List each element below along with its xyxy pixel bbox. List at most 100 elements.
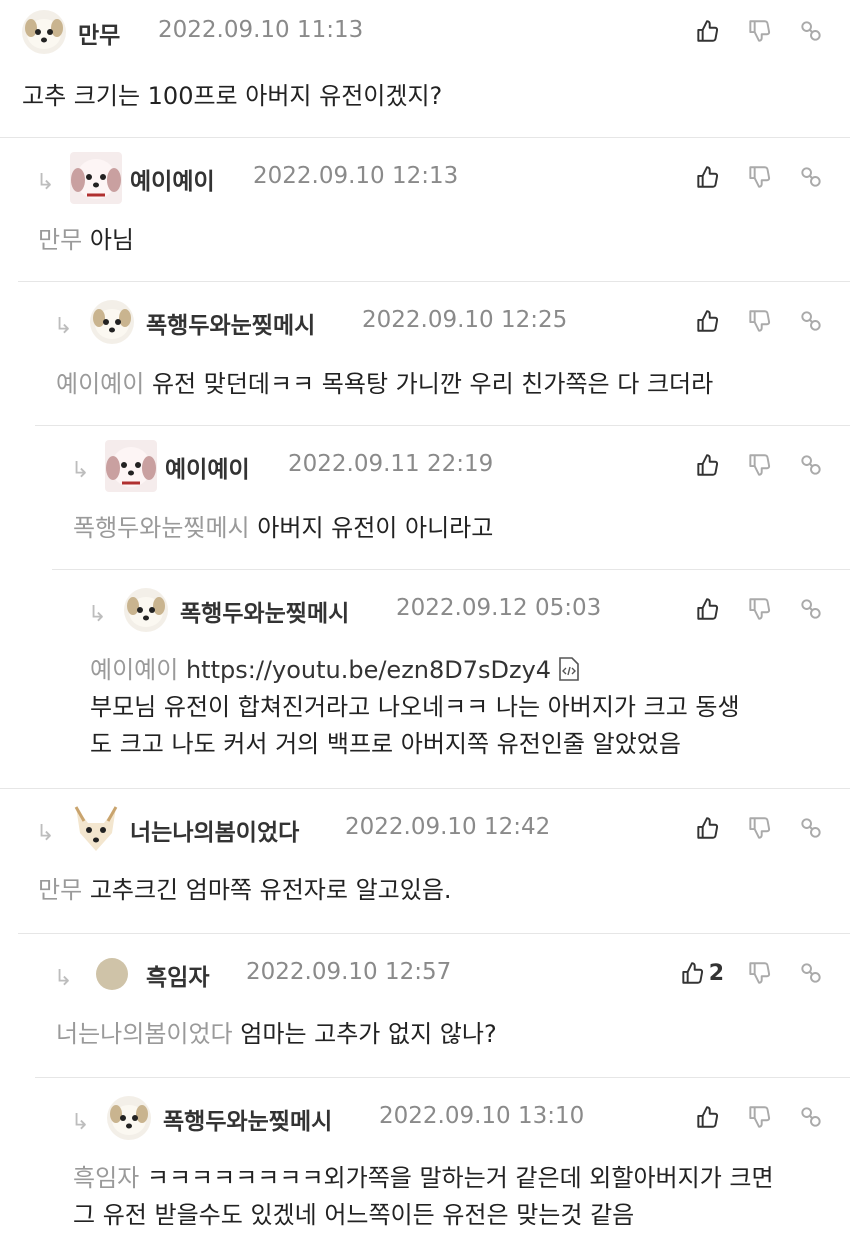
comment-header: ↳ 너는나의봄이었다 2022.09.10 12:42 [0, 797, 850, 857]
dislike-button[interactable] [742, 811, 776, 845]
avatar[interactable] [107, 1096, 151, 1140]
thumbs-down-icon [749, 962, 771, 984]
dislike-button[interactable] [742, 160, 776, 194]
author-name[interactable]: 폭행두와눈찢메시 [163, 1102, 332, 1136]
url-link[interactable]: https://youtu.be/ezn8D7sDzy4 [186, 656, 551, 684]
like-button[interactable] [690, 160, 724, 194]
avatar[interactable] [90, 952, 134, 996]
thumbs-up-icon [697, 817, 719, 839]
avatar[interactable] [90, 300, 134, 344]
author-name[interactable]: 폭행두와눈찢메시 [180, 594, 349, 628]
reply-arrow-icon: ↳ [54, 314, 73, 339]
link-icon [801, 21, 821, 41]
mention-link[interactable]: 예이예이 [90, 656, 178, 684]
comment-thread: 만무 2022.09.10 11:13 고추 크기는 100프로 아버지 유전이… [0, 0, 850, 1250]
dislike-button[interactable] [742, 1100, 776, 1134]
thumbs-down-icon [749, 454, 771, 476]
comment-body: 예이예이 유전 맞던데ㅋㅋ 목욕탕 가니깐 우리 친가쪽은 다 크더라 [18, 366, 836, 403]
thumbs-up-icon [697, 454, 719, 476]
comment-header: ↳ 폭행두와눈찢메시 2022.09.10 12:25 [18, 290, 850, 350]
share-link-button[interactable] [794, 14, 828, 48]
mention-link[interactable]: 만무 [38, 876, 82, 904]
thumbs-up-icon [697, 1106, 719, 1128]
avatar[interactable] [70, 803, 122, 855]
comment: ↳ 폭행두와눈찢메시 2022.09.12 05:03 예이예이 https:/… [52, 569, 850, 788]
timestamp: 2022.09.10 13:10 [379, 1103, 585, 1129]
thumbs-up-icon [682, 962, 703, 984]
comment-text: ㅋㅋㅋㅋㅋㅋㅋㅋ외가쪽을 말하는거 같은데 외할아버지가 크면 [146, 1164, 774, 1192]
author-name[interactable]: 폭행두와눈찢메시 [146, 306, 315, 340]
comment-header: ↳ 폭행두와눈찢메시 2022.09.10 13:10 [35, 1086, 850, 1146]
author-name[interactable]: 너는나의봄이었다 [130, 813, 299, 847]
author-name[interactable]: 만무 [78, 16, 120, 50]
share-link-button[interactable] [794, 811, 828, 845]
thumbs-up-icon [697, 20, 719, 42]
mention-link[interactable]: 너는나의봄이었다 [56, 1020, 233, 1048]
dislike-button[interactable] [742, 14, 776, 48]
like-button[interactable] [690, 304, 724, 338]
thumbs-up-icon [697, 310, 719, 332]
thumbs-up-icon [697, 166, 719, 188]
dislike-button[interactable] [742, 592, 776, 626]
thumbs-down-icon [749, 817, 771, 839]
share-link-button[interactable] [794, 448, 828, 482]
avatar[interactable] [124, 588, 168, 632]
like-button[interactable] [690, 1100, 724, 1134]
reply-arrow-icon: ↳ [71, 1110, 90, 1135]
comment-line: 예이예이 https://youtu.be/ezn8D7sDzy4 [90, 652, 836, 689]
like-button[interactable]: 2 [679, 956, 724, 990]
comment-text: 도 크고 나도 커서 거의 백프로 아버지쪽 유전인줄 알았었음 [90, 730, 681, 758]
comment: ↳ 폭행두와눈찢메시 2022.09.10 12:25 예이예이 유전 맞던데ㅋ… [18, 281, 850, 425]
thumbs-up-icon [697, 598, 719, 620]
share-link-button[interactable] [794, 956, 828, 990]
comment-body: 예이예이 https://youtu.be/ezn8D7sDzy4 부모님 유전… [52, 652, 836, 763]
mention-link[interactable]: 흑임자 [73, 1164, 139, 1192]
share-link-button[interactable] [794, 160, 828, 194]
avatar[interactable] [105, 440, 157, 492]
link-icon [801, 963, 821, 983]
author-name[interactable]: 예이예이 [130, 162, 215, 196]
comment: ↳ 폭행두와눈찢메시 2022.09.10 13:10 흑임자 ㅋㅋㅋㅋㅋㅋㅋㅋ… [35, 1077, 850, 1250]
share-link-button[interactable] [794, 304, 828, 338]
link-icon [801, 818, 821, 838]
comment-text: 부모님 유전이 합쳐진거라고 나오네ㅋㅋ 나는 아버지가 크고 동생 [90, 693, 740, 721]
like-button[interactable] [690, 592, 724, 626]
link-icon [801, 1107, 821, 1127]
comment-actions [672, 811, 828, 845]
like-button[interactable] [690, 14, 724, 48]
like-button[interactable] [690, 811, 724, 845]
avatar[interactable] [70, 152, 122, 204]
author-name[interactable]: 흑임자 [146, 958, 209, 992]
reply-arrow-icon: ↳ [71, 458, 90, 483]
thumbs-down-icon [749, 1106, 771, 1128]
dislike-button[interactable] [742, 304, 776, 338]
comment-body: 고추 크기는 100프로 아버지 유전이겠지? [0, 78, 836, 115]
mention-link[interactable]: 예이예이 [56, 370, 144, 398]
comment-header: ↳ 폭행두와눈찢메시 2022.09.12 05:03 [52, 578, 850, 638]
comment-text: 그 유전 받을수도 있겠네 어느쪽이든 유전은 맞는것 같음 [73, 1201, 635, 1229]
dislike-button[interactable] [742, 956, 776, 990]
dislike-button[interactable] [742, 448, 776, 482]
comment-body: 너는나의봄이었다 엄마는 고추가 없지 않나? [18, 1016, 836, 1053]
timestamp: 2022.09.10 12:25 [362, 307, 568, 333]
avatar[interactable] [22, 10, 66, 54]
mention-link[interactable]: 폭행두와눈찢메시 [73, 514, 250, 542]
author-name[interactable]: 예이예이 [165, 450, 250, 484]
comment-actions: 2 [661, 956, 828, 990]
mention-link[interactable]: 만무 [38, 226, 82, 254]
share-link-button[interactable] [794, 1100, 828, 1134]
comment-text: 아님 [89, 226, 134, 254]
link-icon [801, 599, 821, 619]
thumbs-down-icon [749, 310, 771, 332]
like-button[interactable] [690, 448, 724, 482]
comment-body: 만무 아님 [0, 222, 836, 259]
comment-header: ↳ 흑임자 2022.09.10 12:57 2 [18, 942, 850, 1002]
comment-body: 흑임자 ㅋㅋㅋㅋㅋㅋㅋㅋ외가쪽을 말하는거 같은데 외할아버지가 크면 그 유전… [35, 1160, 836, 1234]
comment-actions [672, 448, 828, 482]
thumbs-down-icon [749, 166, 771, 188]
comment-text: 고추크긴 엄마쪽 유전자로 알고있음. [89, 876, 452, 904]
share-link-button[interactable] [794, 592, 828, 626]
reply-arrow-icon: ↳ [88, 602, 107, 627]
comment-text: 유전 맞던데ㅋㅋ 목욕탕 가니깐 우리 친가쪽은 다 크더라 [151, 370, 714, 398]
code-embed-icon[interactable] [557, 656, 581, 682]
